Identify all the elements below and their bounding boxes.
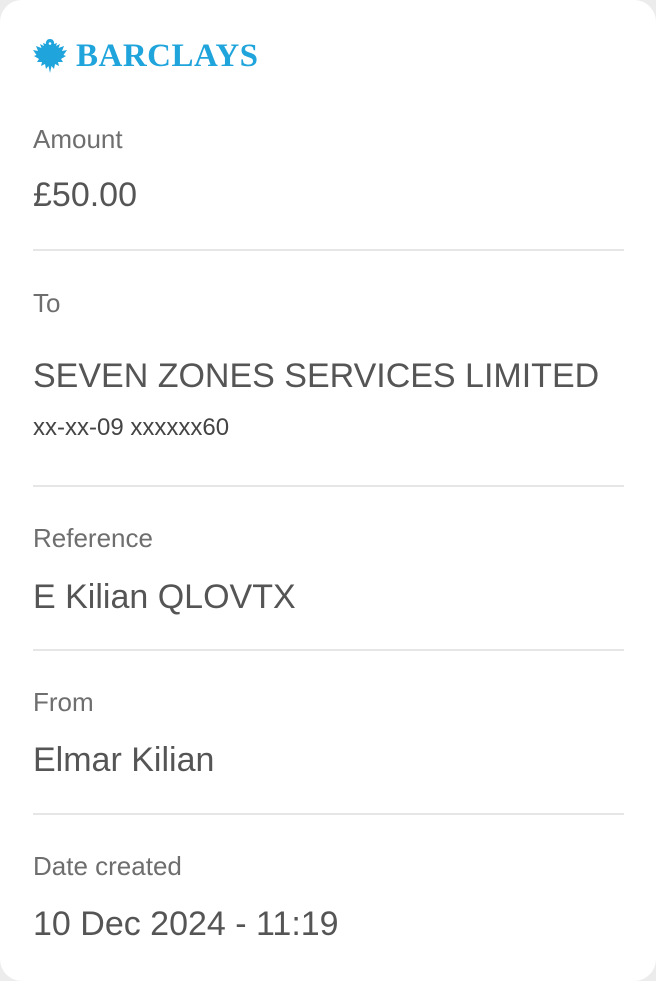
divider: [33, 249, 624, 251]
date-created-label: Date created: [33, 851, 182, 881]
amount-section: Amount £50.00: [33, 123, 624, 215]
payment-details-card: BARCLAYS Amount £50.00 To SEVEN ZONES SE…: [0, 0, 656, 981]
divider: [33, 813, 624, 815]
divider: [33, 649, 624, 651]
date-section: Date created 10 Dec 2024 - 11:19: [33, 850, 624, 944]
sender-section: From Elmar Kilian: [33, 686, 624, 780]
brand-name: BARCLAYS: [76, 38, 259, 74]
recipient-name: SEVEN ZONES SERVICES LIMITED: [33, 357, 600, 395]
barclays-logo: BARCLAYS: [32, 36, 259, 76]
sender-name: Elmar Kilian: [33, 741, 215, 779]
recipient-section: To SEVEN ZONES SERVICES LIMITED xx-xx-09…: [33, 287, 624, 443]
divider: [33, 485, 624, 487]
reference-value: E Kilian QLOVTX: [33, 578, 296, 616]
recipient-account: xx-xx-09 xxxxxx60: [33, 414, 230, 441]
to-label: To: [33, 288, 61, 318]
amount-label: Amount: [33, 124, 123, 154]
eagle-icon: [33, 39, 67, 73]
from-label: From: [33, 687, 94, 717]
date-created-value: 10 Dec 2024 - 11:19: [33, 905, 339, 943]
reference-section: Reference E Kilian QLOVTX: [33, 522, 624, 617]
amount-value: £50.00: [33, 176, 137, 214]
reference-label: Reference: [33, 523, 153, 553]
